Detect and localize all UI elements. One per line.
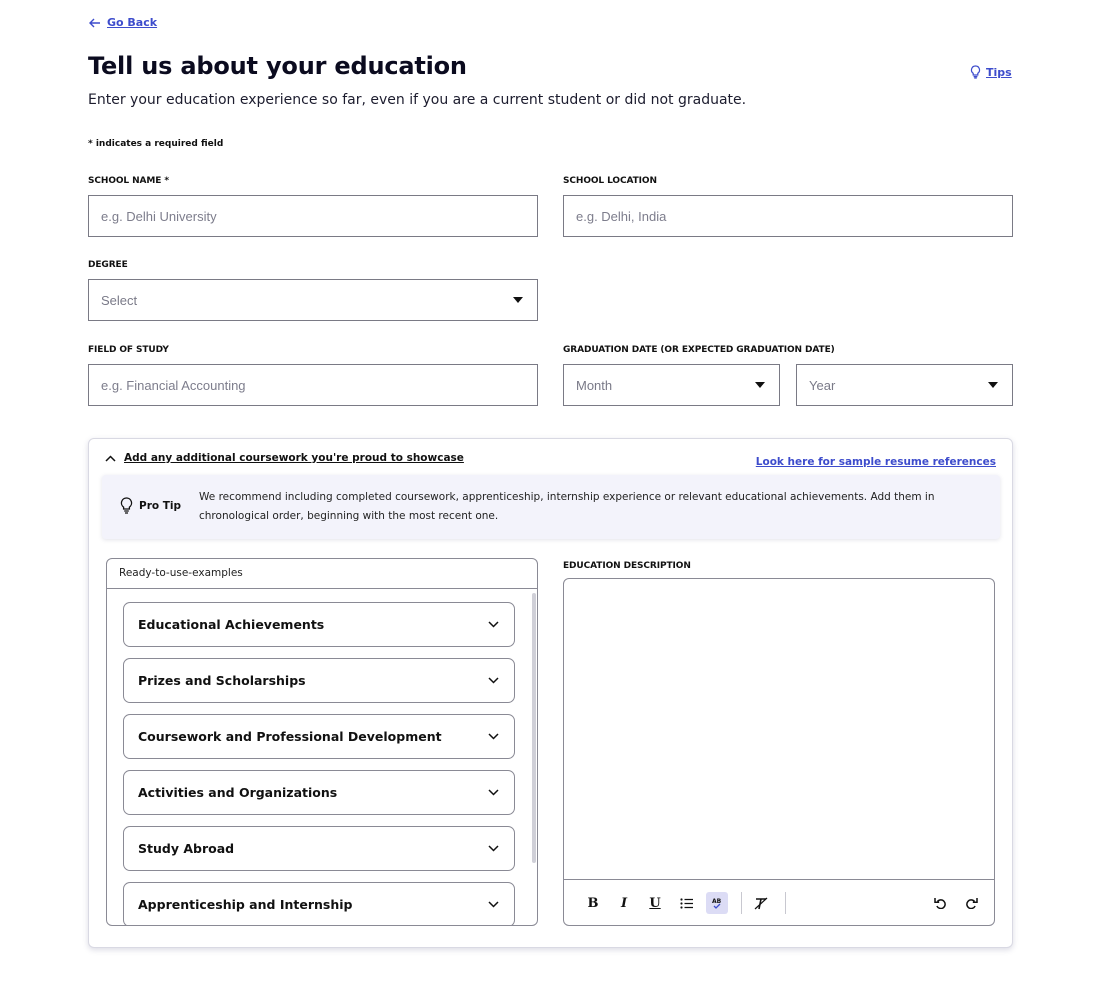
toolbar-divider: [785, 892, 786, 914]
school-name-input[interactable]: [101, 208, 525, 224]
clear-format-button[interactable]: [750, 892, 772, 914]
degree-select[interactable]: Select: [88, 279, 538, 321]
example-item-label: Educational Achievements: [138, 617, 325, 632]
underline-icon: U: [649, 895, 661, 911]
field-of-study-field[interactable]: [88, 364, 538, 406]
undo-button[interactable]: [929, 892, 951, 914]
go-back-link[interactable]: Go Back: [89, 16, 157, 29]
graduation-year-select[interactable]: Year: [796, 364, 1013, 406]
pro-tip-text: We recommend including completed coursew…: [199, 491, 935, 522]
month-selected-value: Month: [576, 377, 613, 393]
example-item-prizes-scholarships[interactable]: Prizes and Scholarships: [123, 658, 515, 703]
example-item-educational-achievements[interactable]: Educational Achievements: [123, 602, 515, 647]
caret-down-icon: [513, 297, 523, 303]
school-location-input[interactable]: [576, 208, 1000, 224]
page-subtitle: Enter your education experience so far, …: [88, 92, 747, 108]
caret-down-icon: [755, 382, 765, 388]
spellcheck-icon: AB: [712, 898, 722, 909]
redo-button[interactable]: [960, 892, 982, 914]
required-note: * indicates a required field: [88, 139, 224, 149]
undo-icon: [933, 898, 946, 909]
graduation-date-label: GRADUATION DATE (OR EXPECTED GRADUATION …: [563, 345, 835, 355]
caret-down-icon: [988, 382, 998, 388]
chevron-down-icon: [488, 789, 499, 796]
education-description-label: EDUCATION DESCRIPTION: [563, 561, 691, 571]
chevron-down-icon: [488, 733, 499, 740]
spellcheck-button[interactable]: AB: [706, 892, 728, 914]
field-of-study-label: FIELD OF STUDY: [88, 345, 169, 355]
degree-selected-value: Select: [101, 292, 138, 308]
pro-tip-heading: Pro Tip: [120, 497, 181, 514]
chevron-down-icon: [488, 677, 499, 684]
pro-tip-box: Pro Tip We recommend including completed…: [102, 475, 1000, 539]
school-name-label: SCHOOL NAME *: [88, 176, 169, 186]
year-selected-value: Year: [809, 377, 836, 393]
coursework-toggle-label: Add any additional coursework you're pro…: [124, 452, 464, 464]
redo-icon: [965, 898, 978, 909]
example-item-coursework-development[interactable]: Coursework and Professional Development: [123, 714, 515, 759]
examples-header: Ready-to-use-examples: [107, 559, 537, 589]
tips-link[interactable]: Tips: [970, 65, 1012, 79]
example-item-label: Prizes and Scholarships: [138, 673, 306, 688]
chevron-up-icon: [105, 454, 116, 462]
chevron-down-icon: [488, 845, 499, 852]
lightbulb-icon: [970, 65, 981, 79]
lightbulb-icon: [120, 497, 133, 514]
education-description-textarea[interactable]: [564, 579, 994, 880]
tips-label: Tips: [986, 65, 1012, 79]
graduation-month-select[interactable]: Month: [563, 364, 780, 406]
examples-list[interactable]: Educational Achievements Prizes and Scho…: [107, 590, 537, 925]
bold-button[interactable]: B: [582, 892, 604, 914]
toolbar-divider: [741, 892, 742, 914]
education-description-editor: B I U AB: [563, 578, 995, 926]
go-back-label: Go Back: [107, 16, 158, 29]
example-item-apprenticeship-internship[interactable]: Apprenticeship and Internship: [123, 882, 515, 925]
school-location-field[interactable]: [563, 195, 1013, 237]
bold-icon: B: [587, 895, 599, 911]
pro-tip-title: Pro Tip: [139, 499, 182, 512]
coursework-panel: Add any additional coursework you're pro…: [88, 438, 1013, 948]
arrow-left-icon: [89, 18, 100, 27]
chevron-down-icon: [488, 621, 499, 628]
example-item-study-abroad[interactable]: Study Abroad: [123, 826, 515, 871]
italic-icon: I: [620, 895, 628, 911]
page-title: Tell us about your education: [88, 52, 467, 80]
example-item-label: Apprenticeship and Internship: [138, 897, 353, 912]
field-of-study-input[interactable]: [101, 377, 525, 393]
examples-scrollbar[interactable]: [532, 593, 536, 863]
svg-text:AB: AB: [712, 898, 722, 905]
school-location-label: SCHOOL LOCATION: [563, 176, 657, 186]
degree-label: DEGREE: [88, 260, 128, 270]
clear-format-icon: [754, 897, 768, 909]
coursework-toggle[interactable]: Add any additional coursework you're pro…: [105, 452, 464, 464]
ready-examples-panel: Ready-to-use-examples Educational Achiev…: [106, 558, 538, 926]
school-name-field[interactable]: [88, 195, 538, 237]
sample-references-link[interactable]: Look here for sample resume references: [756, 456, 996, 468]
editor-toolbar: B I U AB: [564, 880, 994, 925]
bullet-list-button[interactable]: [675, 892, 697, 914]
example-item-activities-organizations[interactable]: Activities and Organizations: [123, 770, 515, 815]
example-item-label: Study Abroad: [138, 841, 235, 856]
example-item-label: Activities and Organizations: [138, 785, 338, 800]
bullet-list-icon: [679, 897, 693, 909]
italic-button[interactable]: I: [613, 892, 635, 914]
example-item-label: Coursework and Professional Development: [138, 729, 442, 744]
chevron-down-icon: [488, 901, 499, 908]
underline-button[interactable]: U: [644, 892, 666, 914]
